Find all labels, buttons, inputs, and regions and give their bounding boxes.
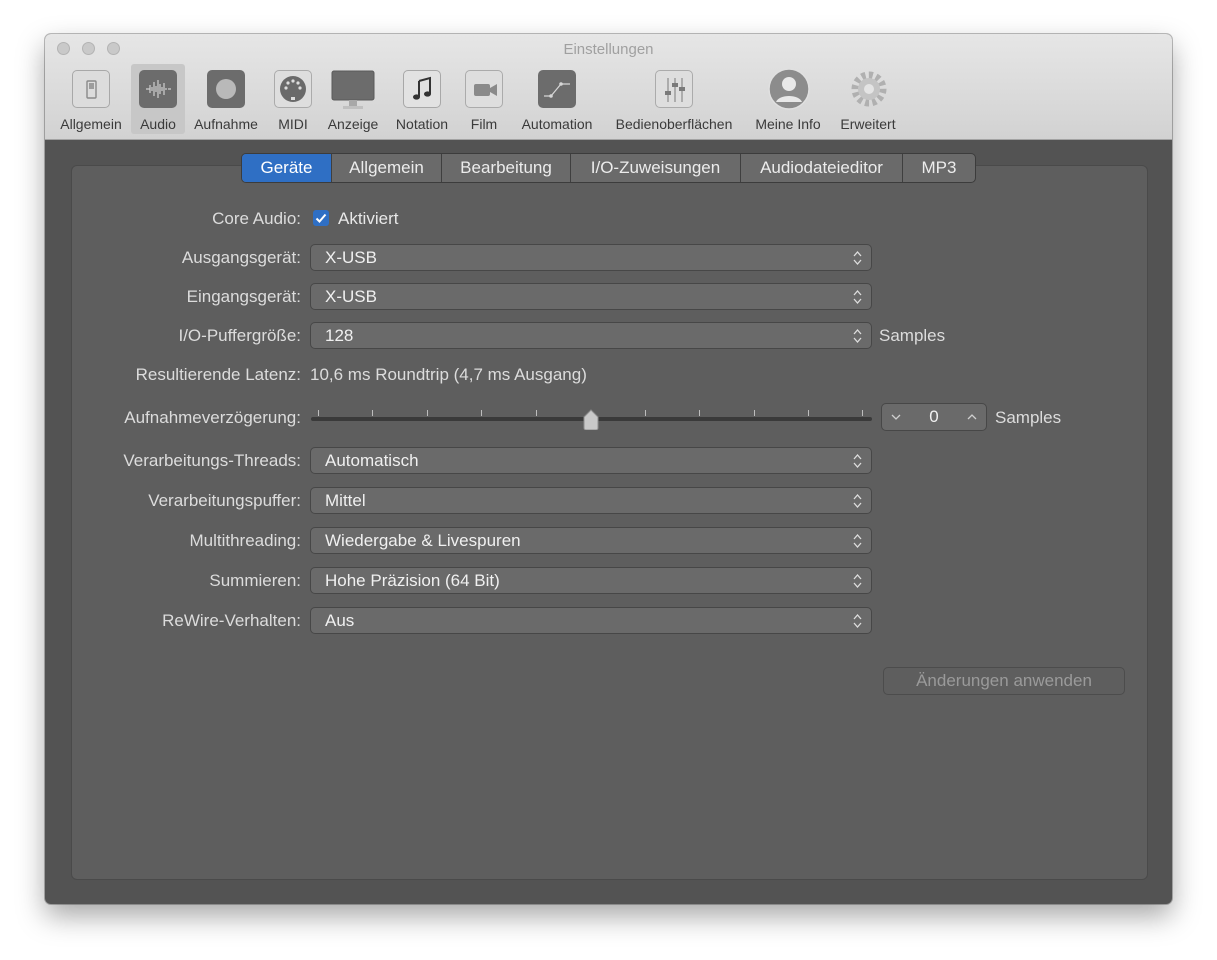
- record-icon: [207, 70, 245, 108]
- toolbar-item-notation[interactable]: Notation: [389, 64, 455, 134]
- toolbar-item-anzeige[interactable]: Anzeige: [321, 64, 385, 134]
- music-note-icon: [403, 70, 441, 108]
- tab-io-zuweisungen[interactable]: I/O-Zuweisungen: [571, 154, 741, 182]
- slider-knob[interactable]: [582, 408, 600, 430]
- multithreading-value: Wiedergabe & Livespuren: [325, 531, 521, 550]
- summing-popup[interactable]: Hohe Präzision (64 Bit): [310, 567, 872, 594]
- input-device-label: Eingangsgerät:: [186, 287, 301, 306]
- slider-tick: [372, 410, 373, 416]
- up-down-chevron-icon: [853, 614, 862, 628]
- toolbar-label: Meine Info: [755, 116, 821, 132]
- slider-tick: [481, 410, 482, 416]
- up-down-chevron-icon: [853, 494, 862, 508]
- midi-plug-icon: [274, 70, 312, 108]
- slider-tick: [427, 410, 428, 416]
- summing-label: Summieren:: [209, 571, 301, 590]
- tab-audiodateieditor[interactable]: Audiodateieditor: [741, 154, 903, 182]
- output-device-label: Ausgangsgerät:: [181, 248, 301, 267]
- checkmark-icon: [315, 213, 327, 223]
- slider-tick: [536, 410, 537, 416]
- devices-panel: [71, 165, 1148, 880]
- io-buffer-popup[interactable]: 128: [310, 322, 872, 349]
- tab-geraete[interactable]: Geräte: [242, 154, 332, 182]
- video-camera-icon: [465, 70, 503, 108]
- tab-allgemein[interactable]: Allgemein: [332, 154, 442, 182]
- toolbar-item-bedienoberflaechen[interactable]: Bedienoberflächen: [606, 64, 742, 134]
- chevron-up-icon[interactable]: [966, 412, 978, 422]
- gear-icon: [848, 68, 890, 110]
- waveform-icon: [139, 70, 177, 108]
- summing-value: Hohe Präzision (64 Bit): [325, 571, 500, 590]
- input-device-value: X-USB: [325, 287, 377, 306]
- input-device-popup[interactable]: X-USB: [310, 283, 872, 310]
- toolbar-item-midi[interactable]: MIDI: [270, 64, 316, 134]
- output-device-popup[interactable]: X-USB: [310, 244, 872, 271]
- latency-label: Resultierende Latenz:: [135, 365, 301, 384]
- automation-curve-icon: [538, 70, 576, 108]
- titlebar: Einstellungen Allgemein Audio Aufnahme M: [45, 34, 1172, 140]
- toolbar-item-automation[interactable]: Automation: [514, 64, 600, 134]
- toolbar-item-meine-info[interactable]: Meine Info: [748, 64, 828, 134]
- toolbar-item-aufnahme[interactable]: Aufnahme: [188, 64, 264, 134]
- threads-popup[interactable]: Automatisch: [310, 447, 872, 474]
- tab-bar: Geräte Allgemein Bearbeitung I/O-Zuweisu…: [241, 153, 976, 183]
- process-buffer-value: Mittel: [325, 491, 366, 510]
- record-delay-label: Aufnahmeverzögerung:: [124, 408, 301, 427]
- process-buffer-label: Verarbeitungspuffer:: [148, 491, 301, 510]
- person-icon: [768, 68, 810, 110]
- core-audio-label: Core Audio:: [212, 209, 301, 228]
- toolbar-item-allgemein[interactable]: Allgemein: [54, 64, 128, 134]
- core-audio-checkbox[interactable]: [313, 210, 329, 226]
- window-title: Einstellungen: [563, 41, 654, 58]
- toolbar-item-audio[interactable]: Audio: [131, 64, 185, 134]
- toolbar-label: Allgemein: [60, 116, 122, 132]
- up-down-chevron-icon: [853, 329, 862, 343]
- slider-tick: [699, 410, 700, 416]
- slider-tick: [754, 410, 755, 416]
- slider-tick: [645, 410, 646, 416]
- tab-mp3[interactable]: MP3: [903, 154, 975, 182]
- core-audio-checkbox-label[interactable]: Aktiviert: [338, 209, 398, 229]
- io-buffer-unit: Samples: [879, 326, 946, 345]
- toolbar-label: Automation: [521, 116, 593, 132]
- monitor-icon: [331, 70, 375, 109]
- faders-icon: [655, 70, 693, 108]
- rewire-label: ReWire-Verhalten:: [162, 611, 301, 630]
- toolbar-label: Notation: [395, 116, 449, 132]
- switch-icon: [72, 70, 110, 108]
- toolbar-label: Anzeige: [327, 116, 379, 132]
- io-buffer-label: I/O-Puffergröße:: [178, 326, 301, 345]
- threads-label: Verarbeitungs-Threads:: [123, 451, 301, 470]
- rewire-value: Aus: [325, 611, 355, 630]
- tab-bearbeitung[interactable]: Bearbeitung: [442, 154, 571, 182]
- record-delay-stepper[interactable]: 0: [881, 403, 987, 431]
- up-down-chevron-icon: [853, 454, 862, 468]
- toolbar-item-film[interactable]: Film: [459, 64, 509, 134]
- up-down-chevron-icon: [853, 251, 862, 265]
- threads-value: Automatisch: [325, 451, 419, 470]
- slider-tick: [808, 410, 809, 416]
- process-buffer-popup[interactable]: Mittel: [310, 487, 872, 514]
- up-down-chevron-icon: [853, 290, 862, 304]
- slider-tick: [318, 410, 319, 416]
- toolbar-label: Audio: [140, 116, 176, 132]
- up-down-chevron-icon: [853, 534, 862, 548]
- latency-value: 10,6 ms Roundtrip (4,7 ms Ausgang): [310, 365, 587, 384]
- multithreading-label: Multithreading:: [189, 531, 301, 550]
- io-buffer-value: 128: [325, 326, 354, 345]
- slider-tick: [862, 410, 863, 416]
- toolbar-label: Aufnahme: [194, 116, 258, 132]
- rewire-popup[interactable]: Aus: [310, 607, 872, 634]
- apply-changes-button[interactable]: Änderungen anwenden: [883, 667, 1125, 695]
- multithreading-popup[interactable]: Wiedergabe & Livespuren: [310, 527, 872, 554]
- toolbar-label: Bedienoberflächen: [615, 116, 733, 132]
- record-delay-unit: Samples: [995, 408, 1062, 427]
- output-device-value: X-USB: [325, 248, 377, 267]
- toolbar-item-erweitert[interactable]: Erweitert: [833, 64, 903, 134]
- toolbar-label: Film: [470, 116, 498, 132]
- toolbar-label: Erweitert: [840, 116, 896, 132]
- up-down-chevron-icon: [853, 574, 862, 588]
- preferences-window: Einstellungen Allgemein Audio Aufnahme M: [45, 34, 1172, 904]
- toolbar-label: MIDI: [278, 116, 308, 132]
